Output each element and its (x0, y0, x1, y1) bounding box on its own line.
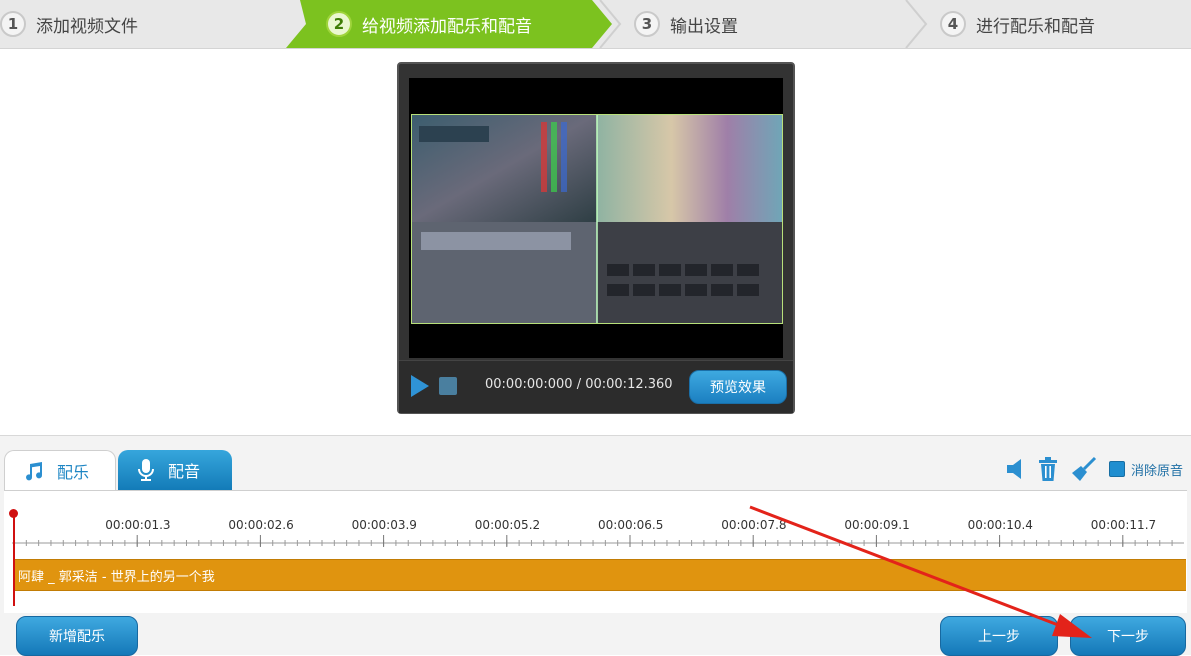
music-track-label: 阿肆 _ 郭采洁 - 世界上的另一个我 (18, 570, 215, 585)
timeline[interactable]: 00:00:01.3 00:00:02.6 00:00:03.9 00:00:05.2… (4, 490, 1187, 613)
step-label: 输出设置 (670, 16, 738, 37)
step-number: 3 (634, 11, 660, 37)
next-step-button[interactable]: 下一步 (1070, 616, 1186, 656)
step-label: 添加视频文件 (36, 16, 138, 37)
add-music-button[interactable]: 新增配乐 (16, 616, 138, 656)
step-number: 2 (326, 11, 352, 37)
tab-voice-label: 配音 (168, 462, 201, 481)
step-1[interactable]: 1 添加视频文件 (0, 0, 138, 48)
mute-original-checkbox[interactable] (1108, 461, 1125, 477)
music-note-icon (26, 461, 43, 480)
playhead-line[interactable] (13, 514, 15, 606)
ruler-tick-label: 00:00:09.1 (844, 518, 909, 532)
tab-music[interactable]: 配乐 (4, 450, 116, 490)
ruler-tick-label: 00:00:03.9 (352, 518, 417, 532)
previous-step-button[interactable]: 上一步 (940, 616, 1058, 656)
timeline-ruler: 00:00:01.3 00:00:02.6 00:00:03.9 00:00:05.2… (12, 518, 1184, 547)
step-label: 给视频添加配乐和配音 (362, 16, 532, 37)
step-separator (599, 0, 622, 48)
mute-original-label: 消除原音 (1130, 463, 1183, 479)
play-icon[interactable] (411, 375, 429, 397)
step-number: 1 (0, 11, 26, 37)
ruler-tick-label: 00:00:11.7 (1091, 518, 1156, 532)
ruler-tick-label: 00:00:02.6 (228, 518, 293, 532)
stop-icon[interactable] (439, 377, 457, 395)
speaker-icon[interactable] (1005, 458, 1025, 480)
step-3[interactable]: 3 输出设置 (634, 0, 738, 48)
ruler-tick-label: 00:00:05.2 (475, 518, 540, 532)
ruler-tick-label: 00:00:10.4 (968, 518, 1033, 532)
video-screen (409, 78, 783, 358)
step-number: 4 (940, 11, 966, 37)
mute-original-option[interactable]: 消除原音 (1108, 460, 1183, 479)
video-frame-image (411, 114, 783, 324)
playback-time: 00:00:00:000 / 00:00:12.360 (485, 377, 673, 392)
player-controls: 00:00:00:000 / 00:00:12.360 预览效果 (399, 360, 793, 413)
ruler-tick-label: 00:00:06.5 (598, 518, 663, 532)
microphone-icon (138, 459, 154, 481)
video-preview-player: 00:00:00:000 / 00:00:12.360 预览效果 (397, 62, 795, 414)
step-4[interactable]: 4 进行配乐和配音 (940, 0, 1095, 48)
trash-icon[interactable] (1037, 456, 1059, 482)
step-separator (905, 0, 928, 48)
ruler-tick-label: 00:00:01.3 (105, 518, 170, 532)
broom-icon[interactable] (1071, 456, 1097, 482)
step-2-active[interactable]: 2 给视频添加配乐和配音 (326, 0, 532, 48)
preview-effect-button[interactable]: 预览效果 (689, 370, 787, 404)
tab-music-label: 配乐 (57, 462, 90, 482)
step-bar: 1 添加视频文件 2 给视频添加配乐和配音 3 输出设置 4 进行配乐和配音 (0, 0, 1191, 49)
step-label: 进行配乐和配音 (976, 16, 1095, 37)
tab-voice[interactable]: 配音 (118, 450, 232, 490)
music-track-bar[interactable]: 阿肆 _ 郭采洁 - 世界上的另一个我 (14, 559, 1186, 591)
track-toolbar: 消除原音 (1005, 456, 1183, 482)
ruler-tick-label: 00:00:07.8 (721, 518, 786, 532)
